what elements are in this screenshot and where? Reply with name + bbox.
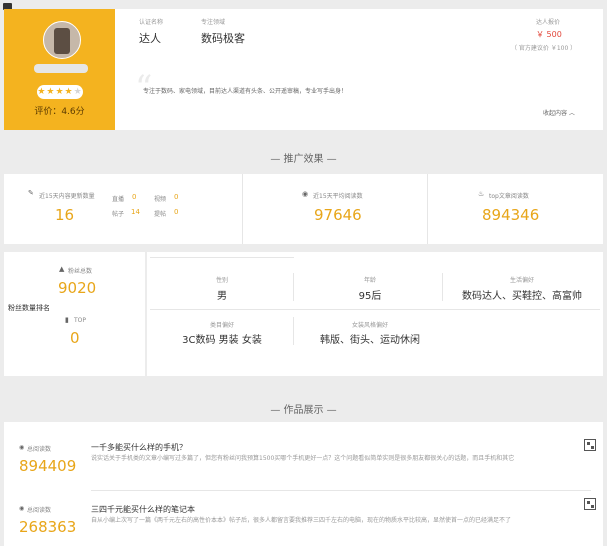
work-title[interactable]: 一千多能买什么样的手机？ bbox=[91, 442, 187, 453]
qr-code-icon[interactable] bbox=[584, 439, 596, 451]
collapse-button[interactable]: 收起内容 ︿ bbox=[543, 108, 575, 117]
post-label: 帖子 bbox=[112, 211, 125, 218]
top-read-label: top文章阅读数 bbox=[489, 193, 529, 200]
work-desc: 自从小编上次写了一篇《两千元左右的高性价本本》帖子后，很多人都留言要我推荐三四千… bbox=[91, 517, 512, 524]
cert-value: 达人 bbox=[139, 32, 161, 45]
price-value: ￥ 500 bbox=[536, 30, 562, 39]
field-label: 专注领域 bbox=[201, 19, 226, 26]
live-value: 0 bbox=[132, 193, 137, 201]
star-icon: ★★★★ bbox=[37, 87, 74, 97]
attr-value: 韩版、街头、运动休闲 bbox=[320, 335, 420, 346]
profile-card: ★★★★★ 评价：4.6分 bbox=[4, 9, 115, 130]
ask-value: 0 bbox=[174, 208, 179, 216]
rating-stars: ★★★★★ bbox=[37, 85, 83, 99]
star-empty-icon: ★ bbox=[73, 87, 83, 97]
live-label: 直播 bbox=[112, 196, 125, 203]
work-read-value: 894409 bbox=[19, 457, 77, 475]
eye-icon: ◉ bbox=[19, 505, 25, 512]
flame-icon: ♨ bbox=[478, 190, 485, 198]
post-value: 14 bbox=[131, 208, 140, 216]
promo-section-title: — 推广效果 — bbox=[270, 154, 337, 165]
attr-label: 类目偏好 bbox=[209, 322, 234, 329]
video-label: 视频 bbox=[154, 196, 167, 203]
top-rank-value: 0 bbox=[70, 329, 80, 347]
stats-panel: ✎ 近15天内容更新数量 16 直播 0 视频 0 帖子 14 提帖 0 ◉ 近… bbox=[4, 174, 603, 244]
attr-value: 数码达人、买鞋控、高富帅 bbox=[462, 291, 582, 302]
price-label: 达人报价 bbox=[536, 19, 561, 26]
video-value: 0 bbox=[174, 193, 179, 201]
work-read-label: 总阅读数 bbox=[27, 446, 52, 453]
attr-label: 性别 bbox=[215, 277, 228, 284]
eye-icon: ◉ bbox=[302, 190, 309, 198]
field-value: 数码极客 bbox=[201, 32, 245, 45]
avg-read-label: 近15天平均阅读数 bbox=[313, 193, 363, 200]
ask-label: 提帖 bbox=[154, 211, 167, 218]
attr-value: 男 bbox=[217, 291, 227, 302]
audience-attributes: 性别 男 年龄 95后 生活偏好 数码达人、买鞋控、高富帅 类目偏好 3C数码 … bbox=[147, 252, 603, 376]
top-rank-label: TOP bbox=[74, 317, 87, 324]
top-read-value: 894346 bbox=[482, 206, 540, 224]
info-panel: 认证名称 达人 专注领域 数码极客 达人报价 ￥ 500 （ 官方建议价 ￥10… bbox=[115, 9, 603, 130]
works-list: ◉ 总阅读数 894409 一千多能买什么样的手机？ 说实话关于手机类的文章小编… bbox=[4, 422, 603, 546]
eye-icon: ◉ bbox=[19, 444, 25, 451]
works-section-title: — 作品展示 — bbox=[270, 405, 337, 416]
work-desc: 说实话关于手机类的文章小编写过多篇了，但您有粉丝问我预算1500买哪个手机更好一… bbox=[91, 455, 515, 462]
attr-label: 年龄 bbox=[363, 277, 376, 284]
bar-chart-icon: ▮ bbox=[65, 316, 69, 324]
user-icon: ▲ bbox=[59, 265, 65, 273]
attr-value: 3C数码 男装 女装 bbox=[182, 335, 262, 346]
work-title[interactable]: 三四千元能买什么样的笔记本 bbox=[91, 504, 195, 515]
avatar[interactable] bbox=[43, 21, 81, 59]
description: 专注于数码、家电领域，目前达人渠道有头条、公开遥审稿，专业写手出身！ bbox=[143, 88, 348, 95]
attr-value: 95后 bbox=[358, 291, 382, 302]
work-read-value: 268363 bbox=[19, 518, 77, 536]
attr-label: 女装风格偏好 bbox=[351, 322, 388, 329]
work-read-label: 总阅读数 bbox=[27, 507, 52, 514]
fans-panel: ▲ 粉丝总数 9020 粉丝数量排名 ▮ TOP 0 bbox=[4, 252, 145, 376]
official-price: （ 官方建议价 ￥100 ） bbox=[511, 45, 577, 52]
recent-updates-value: 16 bbox=[55, 206, 75, 224]
qr-code-icon[interactable] bbox=[584, 498, 596, 510]
fans-count-label: 粉丝总数 bbox=[68, 268, 93, 275]
cert-label: 认证名称 bbox=[139, 19, 164, 26]
rating-score: 评价：4.6分 bbox=[34, 107, 85, 117]
attr-label: 生活偏好 bbox=[509, 277, 534, 284]
fans-count-value: 9020 bbox=[58, 279, 97, 297]
edit-icon: ✎ bbox=[28, 189, 34, 197]
blurred-username bbox=[34, 64, 88, 73]
fans-rank-label: 粉丝数量排名 bbox=[8, 304, 50, 312]
recent-updates-label: 近15天内容更新数量 bbox=[39, 193, 95, 200]
avg-read-value: 97646 bbox=[314, 206, 362, 224]
